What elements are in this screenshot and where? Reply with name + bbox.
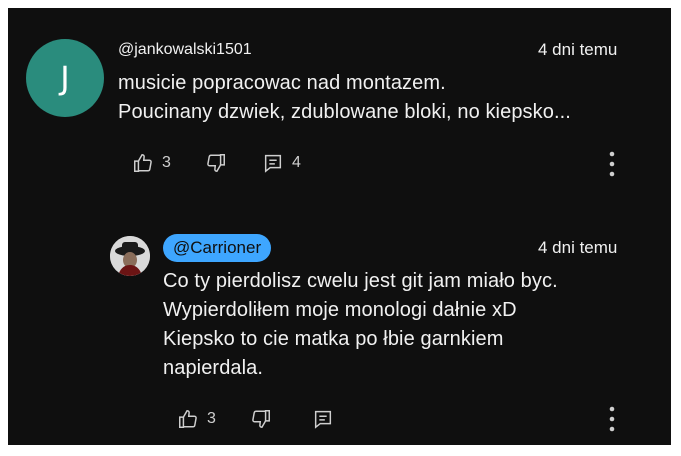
- comment-timestamp[interactable]: 4 dni temu: [538, 40, 617, 60]
- reply-menu-button[interactable]: [604, 405, 620, 433]
- reply-comment-button[interactable]: [312, 408, 334, 430]
- reply-like-count: 3: [207, 410, 216, 427]
- avatar[interactable]: J: [26, 39, 104, 117]
- comment-icon: [312, 408, 334, 430]
- reply-count: 4: [292, 154, 301, 171]
- reply-timestamp[interactable]: 4 dni temu: [538, 238, 617, 258]
- reply-text-line-3: Kiepsko to cie matka po łbie garnkiem: [163, 328, 504, 350]
- reply-author: @Carrioner: [173, 238, 262, 257]
- thumb-down-icon: [205, 152, 227, 174]
- comment-menu-button[interactable]: [604, 150, 620, 178]
- thumb-up-icon: [177, 408, 199, 430]
- comment-text-line-1: musicie popracowac nad montazem.: [118, 72, 446, 94]
- comment-text-line-2: Poucinany dzwiek, zdublowane bloki, no k…: [118, 101, 571, 123]
- profile-photo-icon: [110, 236, 150, 276]
- comment-icon: [262, 152, 284, 174]
- comment-author[interactable]: @jankowalski1501: [118, 41, 252, 59]
- reply-text-line-4: napierdala.: [163, 357, 264, 379]
- reply-text-line-1: Co ty pierdolisz cwelu jest git jam miał…: [163, 270, 558, 292]
- avatar-letter: J: [60, 59, 70, 97]
- more-vert-icon: [604, 405, 620, 433]
- reply-like-button[interactable]: 3: [177, 408, 216, 430]
- like-button[interactable]: 3: [132, 152, 171, 174]
- thumb-up-icon: [132, 152, 154, 174]
- reply-dislike-button[interactable]: [250, 408, 272, 430]
- dislike-button[interactable]: [205, 152, 227, 174]
- reply-text-line-2: Wypierdoliłem moje monologi dałnie xD: [163, 299, 517, 321]
- more-vert-icon: [604, 150, 620, 178]
- thumb-down-icon: [250, 408, 272, 430]
- replies-button[interactable]: 4: [262, 152, 301, 174]
- reply-avatar[interactable]: [110, 236, 150, 276]
- reply-author-chip[interactable]: @Carrioner: [163, 234, 272, 262]
- like-count: 3: [162, 154, 171, 171]
